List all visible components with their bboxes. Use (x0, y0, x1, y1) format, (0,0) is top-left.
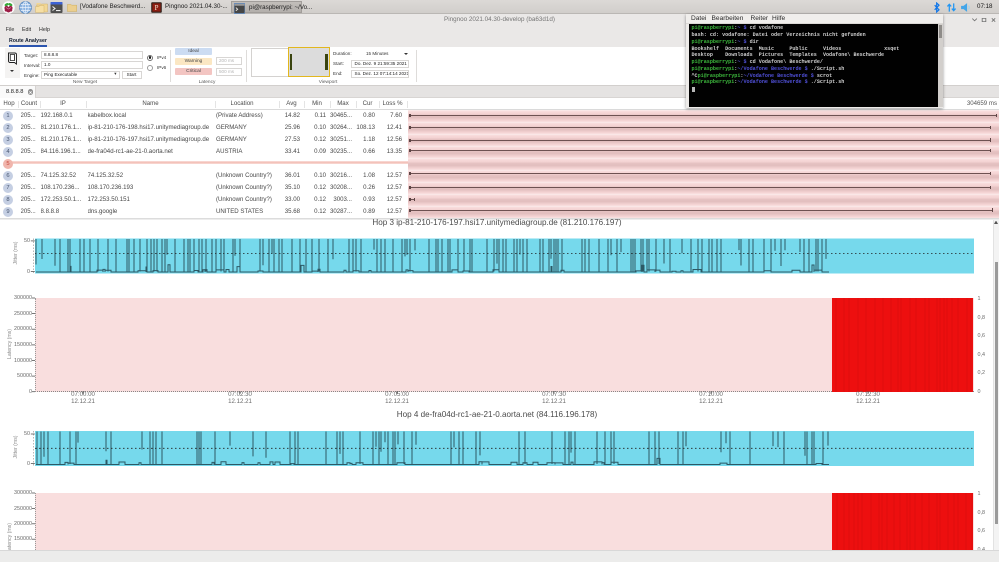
svg-text:P: P (155, 5, 159, 12)
